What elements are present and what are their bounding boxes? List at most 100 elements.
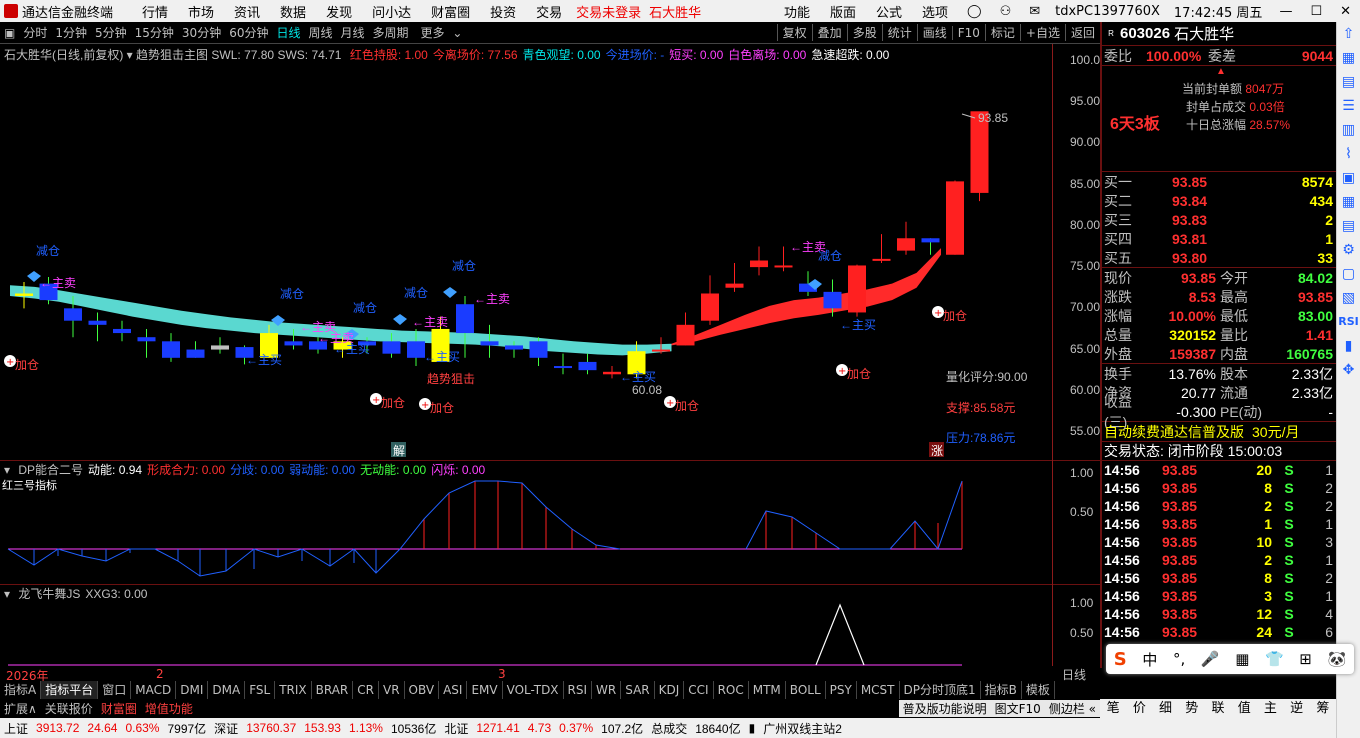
period-5min[interactable]: 5分钟 <box>91 24 131 41</box>
indicator-tab[interactable]: 指标B <box>981 681 1022 699</box>
sidebar-toggle[interactable]: 侧边栏 « <box>1044 699 1100 717</box>
indicator-tab[interactable]: DMI <box>176 681 209 699</box>
indicator-tab[interactable]: VOL-TDX <box>503 681 564 699</box>
btn-tongji[interactable]: 统计 <box>881 24 917 41</box>
indicator-tab[interactable]: MTM <box>749 681 786 699</box>
sidebar-grid-icon[interactable]: ▦ <box>1337 46 1360 70</box>
minimize-button[interactable]: — <box>1270 4 1301 19</box>
indicator-tab[interactable]: BRAR <box>312 681 354 699</box>
indicator-tab[interactable]: VR <box>379 681 405 699</box>
quote-tab[interactable]: 联 <box>1205 699 1231 718</box>
indicator-tab[interactable]: ROC <box>714 681 749 699</box>
dp-indicator-chart[interactable] <box>0 461 1052 585</box>
menu-banmian[interactable]: 版面 <box>820 2 866 21</box>
trade-login-status[interactable]: 交易未登录 <box>572 2 645 21</box>
menu-shichang[interactable]: 市场 <box>178 2 224 21</box>
period-daily[interactable]: 日线 <box>272 24 304 41</box>
btn-biaoji[interactable]: 标记 <box>984 24 1020 41</box>
menu-touzi[interactable]: 投资 <box>480 2 526 21</box>
quote-tab[interactable]: 细 <box>1152 699 1178 718</box>
menu-wenxiaoda[interactable]: 问小达 <box>362 2 421 21</box>
btn-back[interactable]: 返回 <box>1064 24 1100 41</box>
edition-help-button[interactable]: 普及版功能说明 <box>898 699 991 717</box>
ime-tools-icon[interactable]: ⊞ <box>1299 650 1312 668</box>
period-multi[interactable]: 多周期 <box>369 24 413 41</box>
indicator-tab[interactable]: OBV <box>405 681 440 699</box>
related-quotes-button[interactable]: 关联报价 <box>41 700 97 717</box>
period-more[interactable]: 更多 ⌄ <box>413 24 467 41</box>
f10-button[interactable]: 图文F10 <box>990 699 1045 717</box>
menu-zixun[interactable]: 资讯 <box>224 2 270 21</box>
menu-xuanxiang[interactable]: 选项 <box>912 2 958 21</box>
quote-tab[interactable]: 势 <box>1179 699 1205 718</box>
menu-jiaoyi[interactable]: 交易 <box>526 2 572 21</box>
ime-keyboard-icon[interactable]: ▦ <box>1235 650 1249 668</box>
sidebar-table-icon[interactable]: ▦ <box>1337 190 1360 214</box>
maximize-button[interactable]: ☐ <box>1301 4 1331 19</box>
ime-voice-icon[interactable]: 🎤 <box>1201 650 1220 668</box>
tick-list[interactable]: 14:56 93.85 20 S 1 14:56 93.85 8 S 2 14:56 93.85 2 S 2… <box>1102 461 1336 641</box>
indicator-panel-dp[interactable]: ▾ DP能合二号 动能: 0.94 形成合力: 0.00 分歧: 0.00 弱动能: 0… <box>0 460 1100 584</box>
period-fenshi[interactable]: 分时 <box>19 24 51 41</box>
indicator-tab[interactable]: ASI <box>439 681 468 699</box>
btn-f10[interactable]: F10 <box>951 25 985 40</box>
indicator-tab[interactable]: WR <box>592 681 622 699</box>
quote-tab[interactable]: 筹 <box>1310 699 1336 718</box>
btn-huaxian[interactable]: 画线 <box>916 24 952 41</box>
ime-punct[interactable]: °, <box>1173 650 1185 668</box>
sidebar-settings-icon[interactable]: ⚙ <box>1337 238 1360 262</box>
btn-fuquan[interactable]: 复权 <box>776 24 812 41</box>
ime-logo-icon[interactable]: S <box>1114 649 1127 670</box>
menu-caifuquan[interactable]: 财富圈 <box>421 2 480 21</box>
period-1min[interactable]: 1分钟 <box>51 24 91 41</box>
period-monthly[interactable]: 月线 <box>337 24 369 41</box>
period-weekly[interactable]: 周线 <box>305 24 337 41</box>
indicator-tab[interactable]: 模板 <box>1022 681 1055 699</box>
menu-gongshi[interactable]: 公式 <box>866 2 912 21</box>
indicator-tab[interactable]: CCI <box>684 681 714 699</box>
main-kline-panel[interactable]: 石大胜华(日线,前复权) ▾ 趋势狙击主图 SWL: 77.80 SWS: 74… <box>0 44 1100 460</box>
indicator-tab[interactable]: RSI <box>564 681 593 699</box>
indicator-tab[interactable]: MACD <box>131 681 177 699</box>
sidebar-k-icon[interactable]: ▮ <box>1337 334 1360 358</box>
sidebar-list-icon[interactable]: ☰ <box>1337 94 1360 118</box>
indicator-tab[interactable]: SAR <box>621 681 655 699</box>
indicator-tab[interactable]: FSL <box>245 681 276 699</box>
sidebar-line-icon[interactable]: ⌇ <box>1337 142 1360 166</box>
indicator-tab[interactable]: 指标平台 <box>41 681 99 699</box>
sidebar-doc-icon[interactable]: ▢ <box>1337 262 1360 286</box>
indicator-panel-lfnw[interactable]: ▾ 龙飞牛舞JS XXG3: 0.00 <box>0 584 1100 680</box>
toolbar-menu-icon[interactable]: ▣ <box>0 26 19 40</box>
menu-hangqing[interactable]: 行情 <box>132 2 178 21</box>
sidebar-box-icon[interactable]: ▣ <box>1337 166 1360 190</box>
menu-gongneng[interactable]: 功能 <box>774 2 820 21</box>
promo-row[interactable]: 自动续费通达信普及版 30元/月 <box>1102 422 1336 442</box>
indicator-tab[interactable]: 窗口 <box>98 681 132 699</box>
menu-faxian[interactable]: 发现 <box>316 2 362 21</box>
sidebar-news-icon[interactable]: ▧ <box>1337 286 1360 310</box>
mail-icon[interactable]: ✉ <box>1020 4 1049 19</box>
sidebar-bar-icon[interactable]: ▥ <box>1337 118 1360 142</box>
menu-shuju[interactable]: 数据 <box>270 2 316 21</box>
indicator-tab[interactable]: DP分时顶底1 <box>900 681 981 699</box>
expand-button[interactable]: 扩展∧ <box>0 700 41 717</box>
quote-tab[interactable]: 主 <box>1257 699 1283 718</box>
sidebar-rsi-icon[interactable]: RSI <box>1337 310 1360 334</box>
kline-chart[interactable]: 93.85 60.08 量化评分:90.00 支撑:85.58元压力:78.86元 趋势… <box>0 44 1052 460</box>
ime-mode[interactable]: 中 <box>1142 649 1157 670</box>
indicator-tab[interactable]: TRIX <box>275 681 312 699</box>
btn-duogu[interactable]: 多股 <box>846 24 882 41</box>
indicator-tab[interactable]: 指标A <box>0 681 42 699</box>
period-60min[interactable]: 60分钟 <box>225 24 272 41</box>
quote-tab[interactable]: 值 <box>1231 699 1257 718</box>
ime-toolbar[interactable]: S 中 °, 🎤 ▦ 👕 ⊞ 🐼 <box>1106 644 1354 674</box>
indicator-tab[interactable]: BOLL <box>786 681 826 699</box>
account-icon[interactable]: ⚇ <box>991 4 1021 19</box>
period-15min[interactable]: 15分钟 <box>131 24 178 41</box>
indicator-tab[interactable]: DMA <box>208 681 246 699</box>
ime-skin-icon[interactable]: 👕 <box>1265 650 1284 668</box>
indicator-tab[interactable]: EMV <box>467 681 503 699</box>
ime-mascot-icon[interactable]: 🐼 <box>1327 650 1346 668</box>
sidebar-chart-icon[interactable]: ▤ <box>1337 70 1360 94</box>
caifuquan-button[interactable]: 财富圈 <box>97 700 141 717</box>
